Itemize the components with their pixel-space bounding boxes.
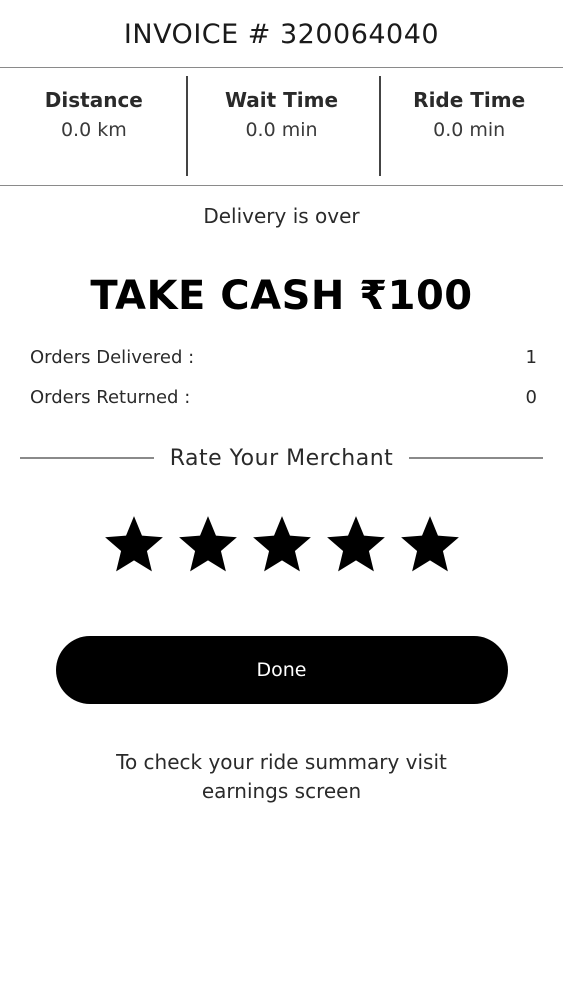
done-button[interactable]: Done	[55, 636, 508, 704]
orders-returned-label: Orders Returned :	[30, 387, 191, 408]
star-icon[interactable]	[101, 512, 167, 578]
divider-line	[20, 457, 154, 459]
star-icon[interactable]	[249, 512, 315, 578]
orders-returned-row: Orders Returned : 0	[0, 378, 563, 418]
stat-distance-value: 0.0 km	[60, 119, 127, 141]
star-icon[interactable]	[175, 512, 241, 578]
orders-returned-value: 0	[525, 387, 537, 408]
stat-wait-time: Wait Time 0.0 min	[188, 68, 376, 185]
stat-wait-time-label: Wait Time	[224, 88, 339, 112]
star-rating	[0, 512, 563, 578]
stat-distance-label: Distance	[44, 88, 143, 112]
stat-distance: Distance 0.0 km	[0, 68, 188, 185]
stat-ride-time-label: Ride Time	[413, 88, 526, 112]
invoice-title: INVOICE # 320064040	[123, 19, 440, 50]
star-icon[interactable]	[397, 512, 463, 578]
stats-divider	[186, 76, 188, 176]
divider-line	[409, 457, 544, 459]
stat-ride-time: Ride Time 0.0 min	[375, 68, 563, 185]
stats-divider	[379, 76, 381, 176]
orders-summary: Orders Delivered : 1 Orders Returned : 0	[0, 338, 563, 418]
invoice-header: INVOICE # 320064040	[0, 0, 563, 68]
orders-delivered-value: 1	[525, 347, 537, 368]
ride-summary-note: To check your ride summary visit earning…	[116, 750, 447, 803]
rate-merchant-label: Rate Your Merchant	[169, 445, 394, 471]
stat-wait-time-value: 0.0 min	[245, 119, 318, 141]
orders-delivered-label: Orders Delivered :	[30, 347, 195, 368]
stat-ride-time-value: 0.0 min	[433, 119, 506, 141]
ride-stats: Distance 0.0 km Wait Time 0.0 min Ride T…	[0, 68, 563, 186]
delivery-status: Delivery is over	[203, 204, 360, 228]
take-cash-amount: TAKE CASH ₹100	[90, 273, 473, 319]
star-icon[interactable]	[323, 512, 389, 578]
rate-merchant-heading: Rate Your Merchant	[0, 440, 563, 476]
orders-delivered-row: Orders Delivered : 1	[0, 338, 563, 378]
